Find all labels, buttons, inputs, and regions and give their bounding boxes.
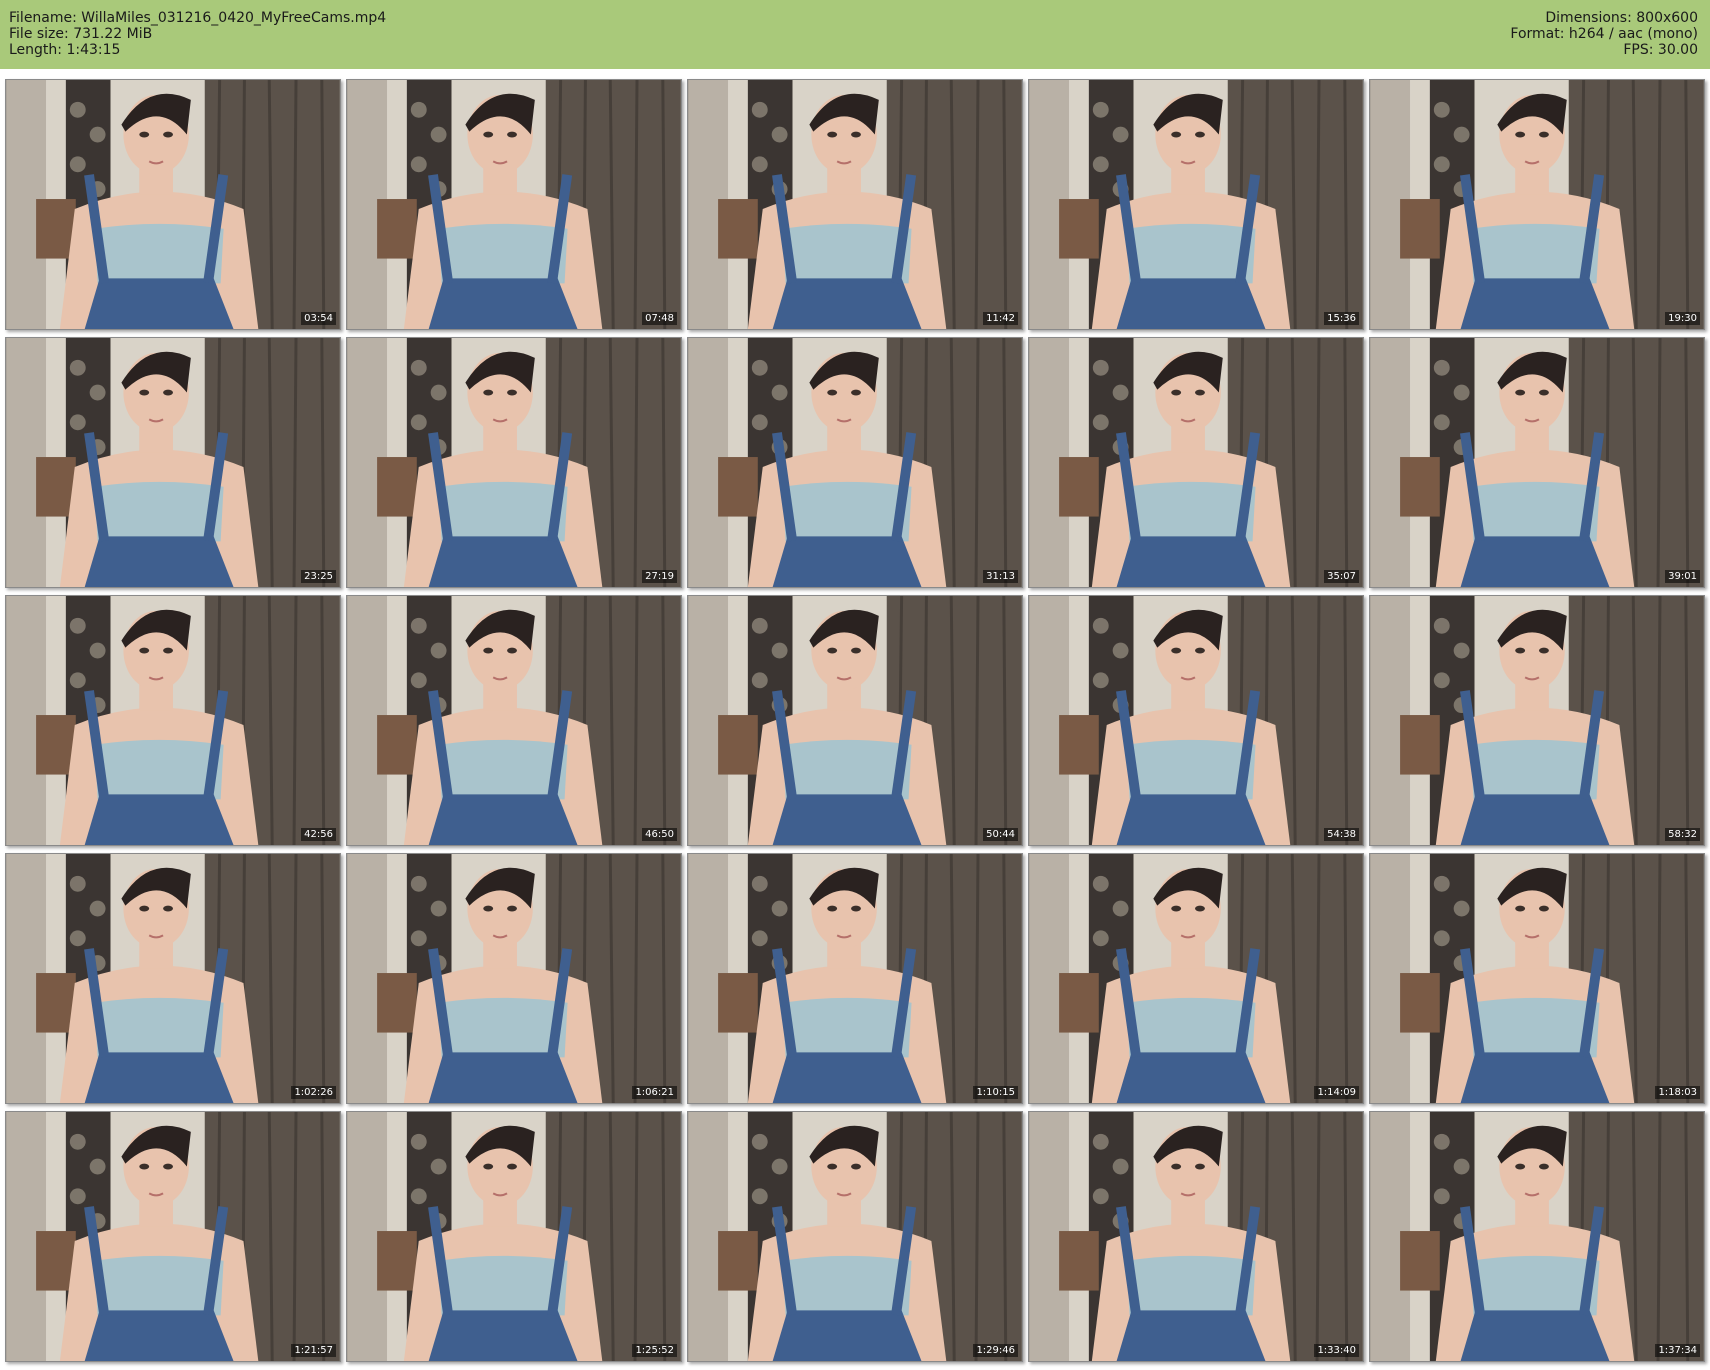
timestamp-label: 1:37:34 (1655, 1344, 1700, 1357)
timestamp-label: 46:50 (642, 828, 677, 841)
thumbnail-frame[interactable]: 1:02:26 (5, 853, 341, 1104)
timestamp-label: 07:48 (642, 312, 677, 325)
fps-text: FPS: 30.00 (1623, 42, 1698, 58)
thumbnail-frame[interactable]: 23:25 (5, 337, 341, 588)
timestamp-label: 27:19 (642, 570, 677, 583)
timestamp-label: 03:54 (301, 312, 336, 325)
thumbnail-frame[interactable]: 46:50 (346, 595, 682, 846)
frame-image (1370, 596, 1704, 845)
timestamp-label: 58:32 (1665, 828, 1700, 841)
frame-image (688, 596, 1022, 845)
timestamp-label: 11:42 (983, 312, 1018, 325)
thumbnail-frame[interactable]: 1:06:21 (346, 853, 682, 1104)
filename-text: Filename: WillaMiles_031216_0420_MyFreeC… (9, 10, 387, 26)
frame-image (1370, 80, 1704, 329)
thumbnail-frame[interactable]: 54:38 (1028, 595, 1364, 846)
timestamp-label: 19:30 (1665, 312, 1700, 325)
timestamp-label: 50:44 (983, 828, 1018, 841)
timestamp-label: 1:10:15 (973, 1086, 1018, 1099)
thumbnail-frame[interactable]: 1:18:03 (1369, 853, 1705, 1104)
frame-image (347, 854, 681, 1103)
thumbnail-frame[interactable]: 19:30 (1369, 79, 1705, 330)
frame-image (6, 338, 340, 587)
timestamp-label: 15:36 (1324, 312, 1359, 325)
frame-image (1370, 854, 1704, 1103)
timestamp-label: 31:13 (983, 570, 1018, 583)
thumbnail-frame[interactable]: 03:54 (5, 79, 341, 330)
frame-image (1029, 338, 1363, 587)
thumbnail-frame[interactable]: 1:37:34 (1369, 1111, 1705, 1362)
frame-image (688, 80, 1022, 329)
thumbnail-frame[interactable]: 1:29:46 (687, 1111, 1023, 1362)
frame-image (1029, 80, 1363, 329)
thumbnail-frame[interactable]: 15:36 (1028, 79, 1364, 330)
timestamp-label: 1:29:46 (973, 1344, 1018, 1357)
frame-image (1029, 1112, 1363, 1361)
frame-image (688, 854, 1022, 1103)
dimensions-text: Dimensions: 800x600 (1545, 10, 1698, 26)
thumbnail-frame[interactable]: 35:07 (1028, 337, 1364, 588)
thumbnail-frame[interactable]: 07:48 (346, 79, 682, 330)
thumbnail-frame[interactable]: 50:44 (687, 595, 1023, 846)
timestamp-label: 1:14:09 (1314, 1086, 1359, 1099)
timestamp-label: 1:06:21 (632, 1086, 677, 1099)
video-info: Dimensions: 800x600 Format: h264 / aac (… (1510, 10, 1698, 58)
info-header: Filename: WillaMiles_031216_0420_MyFreeC… (0, 0, 1710, 69)
timestamp-label: 23:25 (301, 570, 336, 583)
timestamp-label: 35:07 (1324, 570, 1359, 583)
thumbnail-frame[interactable]: 11:42 (687, 79, 1023, 330)
timestamp-label: 1:02:26 (291, 1086, 336, 1099)
thumbnail-frame[interactable]: 39:01 (1369, 337, 1705, 588)
frame-image (688, 338, 1022, 587)
frame-image (1370, 1112, 1704, 1361)
filesize-text: File size: 731.22 MiB (9, 26, 153, 42)
thumbnail-frame[interactable]: 1:33:40 (1028, 1111, 1364, 1362)
file-info: Filename: WillaMiles_031216_0420_MyFreeC… (9, 10, 386, 58)
thumbnail-frame[interactable]: 1:14:09 (1028, 853, 1364, 1104)
thumbnail-frame[interactable]: 42:56 (5, 595, 341, 846)
thumbnail-frame[interactable]: 31:13 (687, 337, 1023, 588)
frame-image (347, 1112, 681, 1361)
timestamp-label: 1:33:40 (1314, 1344, 1359, 1357)
thumbnail-frame[interactable]: 1:25:52 (346, 1111, 682, 1362)
thumbnail-frame[interactable]: 27:19 (346, 337, 682, 588)
frame-image (1029, 854, 1363, 1103)
frame-image (347, 596, 681, 845)
frame-image (347, 338, 681, 587)
frame-image (6, 854, 340, 1103)
frame-image (6, 596, 340, 845)
format-text: Format: h264 / aac (mono) (1510, 26, 1698, 42)
frame-image (688, 1112, 1022, 1361)
frame-image (347, 80, 681, 329)
frame-image (1370, 338, 1704, 587)
thumbnail-frame[interactable]: 58:32 (1369, 595, 1705, 846)
timestamp-label: 54:38 (1324, 828, 1359, 841)
timestamp-label: 42:56 (301, 828, 336, 841)
frame-image (6, 80, 340, 329)
timestamp-label: 39:01 (1665, 570, 1700, 583)
thumbnail-frame[interactable]: 1:10:15 (687, 853, 1023, 1104)
frame-image (1029, 596, 1363, 845)
frame-image (6, 1112, 340, 1361)
timestamp-label: 1:21:57 (291, 1344, 336, 1357)
timestamp-label: 1:25:52 (632, 1344, 677, 1357)
thumbnail-grid: 03:54 07:48 11:42 15:36 19:30 23:25 27:19 31:13… (5, 79, 1705, 1362)
length-text: Length: 1:43:15 (9, 42, 121, 58)
thumbnail-frame[interactable]: 1:21:57 (5, 1111, 341, 1362)
timestamp-label: 1:18:03 (1655, 1086, 1700, 1099)
